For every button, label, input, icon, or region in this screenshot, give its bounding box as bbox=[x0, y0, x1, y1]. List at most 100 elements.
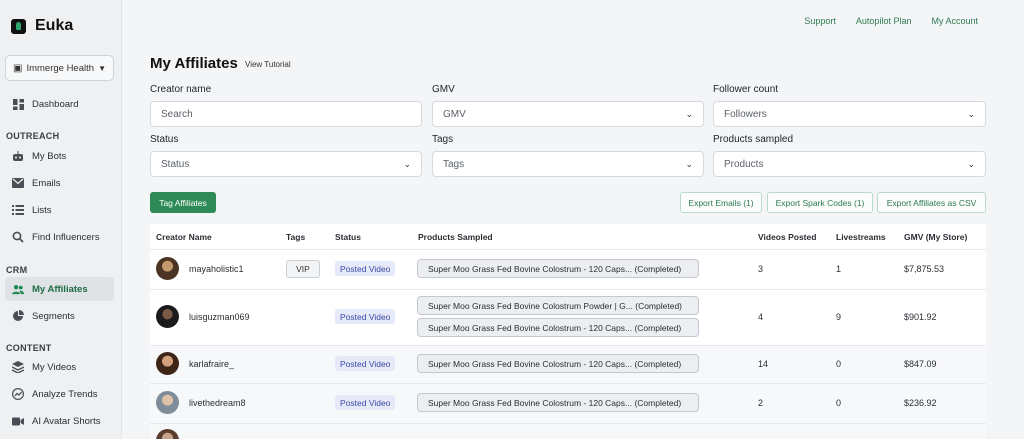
creator-name[interactable]: karlafraire_ bbox=[189, 359, 234, 369]
follower-count-select[interactable]: Followers ⌄ bbox=[713, 101, 986, 127]
layers-icon bbox=[12, 361, 24, 373]
video-camera-icon bbox=[12, 415, 24, 427]
sidebar-item-analyze-trends[interactable]: Analyze Trends bbox=[5, 382, 114, 406]
product-chip[interactable]: Super Moo Grass Fed Bovine Colostrum - 1… bbox=[417, 259, 699, 278]
workspace-selector[interactable]: ▣ Immerge Health ▼ bbox=[5, 55, 114, 81]
status-badge: Posted Video bbox=[335, 356, 396, 371]
livestreams: 0 bbox=[836, 398, 842, 408]
avatar bbox=[156, 352, 179, 375]
livestreams: 9 bbox=[836, 312, 842, 322]
videos-posted: 2 bbox=[758, 398, 764, 408]
status-badge: Posted Video bbox=[335, 309, 396, 324]
creator-name-label: Creator name bbox=[150, 84, 212, 95]
autopilot-plan-link[interactable]: Autopilot Plan bbox=[856, 16, 912, 26]
section-outreach: OUTREACH bbox=[6, 131, 60, 141]
tag-chip[interactable]: VIP bbox=[286, 260, 320, 278]
header-livestreams[interactable]: Livestreams bbox=[836, 232, 886, 242]
videos-posted: 3 bbox=[758, 264, 764, 274]
livestreams: 1 bbox=[836, 264, 842, 274]
export-emails-button[interactable]: Export Emails (1) bbox=[680, 192, 762, 213]
header-tags[interactable]: Tags bbox=[286, 232, 305, 242]
chevron-down-icon: ⌄ bbox=[685, 108, 693, 119]
sidebar-item-label: Dashboard bbox=[32, 98, 79, 110]
search-placeholder: Search bbox=[161, 108, 193, 120]
videos-posted: 4 bbox=[758, 312, 764, 322]
products-sampled-label: Products sampled bbox=[713, 134, 794, 145]
pie-icon bbox=[12, 310, 24, 322]
product-chip[interactable]: Super Moo Grass Fed Bovine Colostrum - 1… bbox=[417, 318, 699, 337]
section-crm: CRM bbox=[6, 265, 28, 275]
follower-count-label: Follower count bbox=[713, 84, 779, 95]
sidebar-item-label: Lists bbox=[32, 204, 52, 216]
sidebar-item-find-influencers[interactable]: Find Influencers bbox=[5, 225, 114, 249]
my-account-link[interactable]: My Account bbox=[931, 16, 978, 26]
sidebar-item-segments[interactable]: Segments bbox=[5, 304, 114, 328]
status-select[interactable]: Status ⌄ bbox=[150, 151, 422, 177]
creator-name-search-input[interactable]: Search bbox=[150, 101, 422, 127]
gmv-value: $901.92 bbox=[904, 312, 937, 322]
export-spark-codes-button[interactable]: Export Spark Codes (1) bbox=[767, 192, 873, 213]
creator-name[interactable]: mayaholistic1 bbox=[189, 264, 244, 274]
gmv-value: $847.09 bbox=[904, 359, 937, 369]
follower-select-value: Followers bbox=[724, 108, 767, 120]
creator-name[interactable]: luisguzman069 bbox=[189, 312, 250, 322]
product-chip[interactable]: Super Moo Grass Fed Bovine Colostrum Pow… bbox=[417, 296, 699, 315]
sidebar-item-lists[interactable]: Lists bbox=[5, 198, 114, 222]
products-sampled-select[interactable]: Products ⌄ bbox=[713, 151, 986, 177]
product-chip[interactable]: Super Moo Grass Fed Bovine Colostrum - 1… bbox=[417, 354, 699, 373]
top-links: Support Autopilot Plan My Account bbox=[804, 16, 978, 26]
status-select-value: Status bbox=[161, 158, 190, 170]
sidebar-item-label: Emails bbox=[32, 177, 61, 189]
sidebar-item-label: AI Avatar Shorts bbox=[32, 415, 101, 427]
sidebar-item-label: Segments bbox=[32, 310, 75, 322]
mail-icon bbox=[12, 177, 24, 189]
status-label: Status bbox=[150, 134, 179, 145]
page-title: My Affiliates bbox=[150, 55, 238, 72]
sidebar-item-label: My Affiliates bbox=[32, 283, 88, 295]
gmv-value: $236.92 bbox=[904, 398, 937, 408]
table-row[interactable] bbox=[150, 423, 986, 439]
sidebar-item-emails[interactable]: Emails bbox=[5, 171, 114, 195]
chevron-down-icon: ▼ bbox=[98, 63, 106, 73]
sidebar-item-label: Analyze Trends bbox=[32, 388, 98, 400]
trend-icon bbox=[12, 388, 24, 400]
robot-icon bbox=[12, 150, 24, 162]
gmv-value: $7,875.53 bbox=[904, 264, 945, 274]
search-icon bbox=[12, 231, 24, 243]
support-link[interactable]: Support bbox=[804, 16, 836, 26]
brand-name: Euka bbox=[35, 17, 74, 34]
brand[interactable]: Euka bbox=[11, 17, 73, 35]
livestreams: 0 bbox=[836, 359, 842, 369]
tags-label: Tags bbox=[432, 134, 454, 145]
chevron-down-icon: ⌄ bbox=[403, 158, 411, 169]
sidebar-item-my-bots[interactable]: My Bots bbox=[5, 144, 114, 168]
avatar bbox=[156, 257, 179, 280]
status-badge: Posted Video bbox=[335, 395, 396, 410]
products-select-value: Products bbox=[724, 158, 764, 170]
sidebar-item-dashboard[interactable]: Dashboard bbox=[5, 92, 114, 116]
status-badge: Posted Video bbox=[335, 261, 396, 276]
avatar bbox=[156, 305, 179, 328]
tag-affiliates-button[interactable]: Tag Affiliates bbox=[150, 192, 216, 213]
tags-select[interactable]: Tags ⌄ bbox=[432, 151, 704, 177]
sidebar-item-my-affiliates[interactable]: My Affiliates bbox=[5, 277, 114, 301]
header-products-sampled[interactable]: Products Sampled bbox=[418, 232, 493, 242]
sidebar-item-my-videos[interactable]: My Videos bbox=[5, 355, 114, 379]
product-chip[interactable]: Super Moo Grass Fed Bovine Colostrum - 1… bbox=[417, 393, 699, 412]
videos-posted: 14 bbox=[758, 359, 769, 369]
euka-logo-icon bbox=[11, 18, 26, 34]
users-icon bbox=[12, 283, 24, 295]
header-status[interactable]: Status bbox=[335, 232, 361, 242]
chevron-down-icon: ⌄ bbox=[967, 158, 975, 169]
gmv-label: GMV bbox=[432, 84, 455, 95]
chevron-down-icon: ⌄ bbox=[685, 158, 693, 169]
sidebar-item-label: My Videos bbox=[32, 361, 77, 373]
export-affiliates-csv-button[interactable]: Export Affiliates as CSV bbox=[877, 192, 986, 213]
view-tutorial-link[interactable]: View Tutorial bbox=[245, 60, 291, 69]
creator-name[interactable]: livethedream8 bbox=[189, 398, 246, 408]
sidebar-item-ai-avatar-shorts[interactable]: AI Avatar Shorts bbox=[5, 409, 114, 433]
gmv-select[interactable]: GMV ⌄ bbox=[432, 101, 704, 127]
header-creator-name[interactable]: Creator Name bbox=[156, 232, 212, 242]
header-gmv[interactable]: GMV (My Store) bbox=[904, 232, 967, 242]
header-videos-posted[interactable]: Videos Posted bbox=[758, 232, 816, 242]
